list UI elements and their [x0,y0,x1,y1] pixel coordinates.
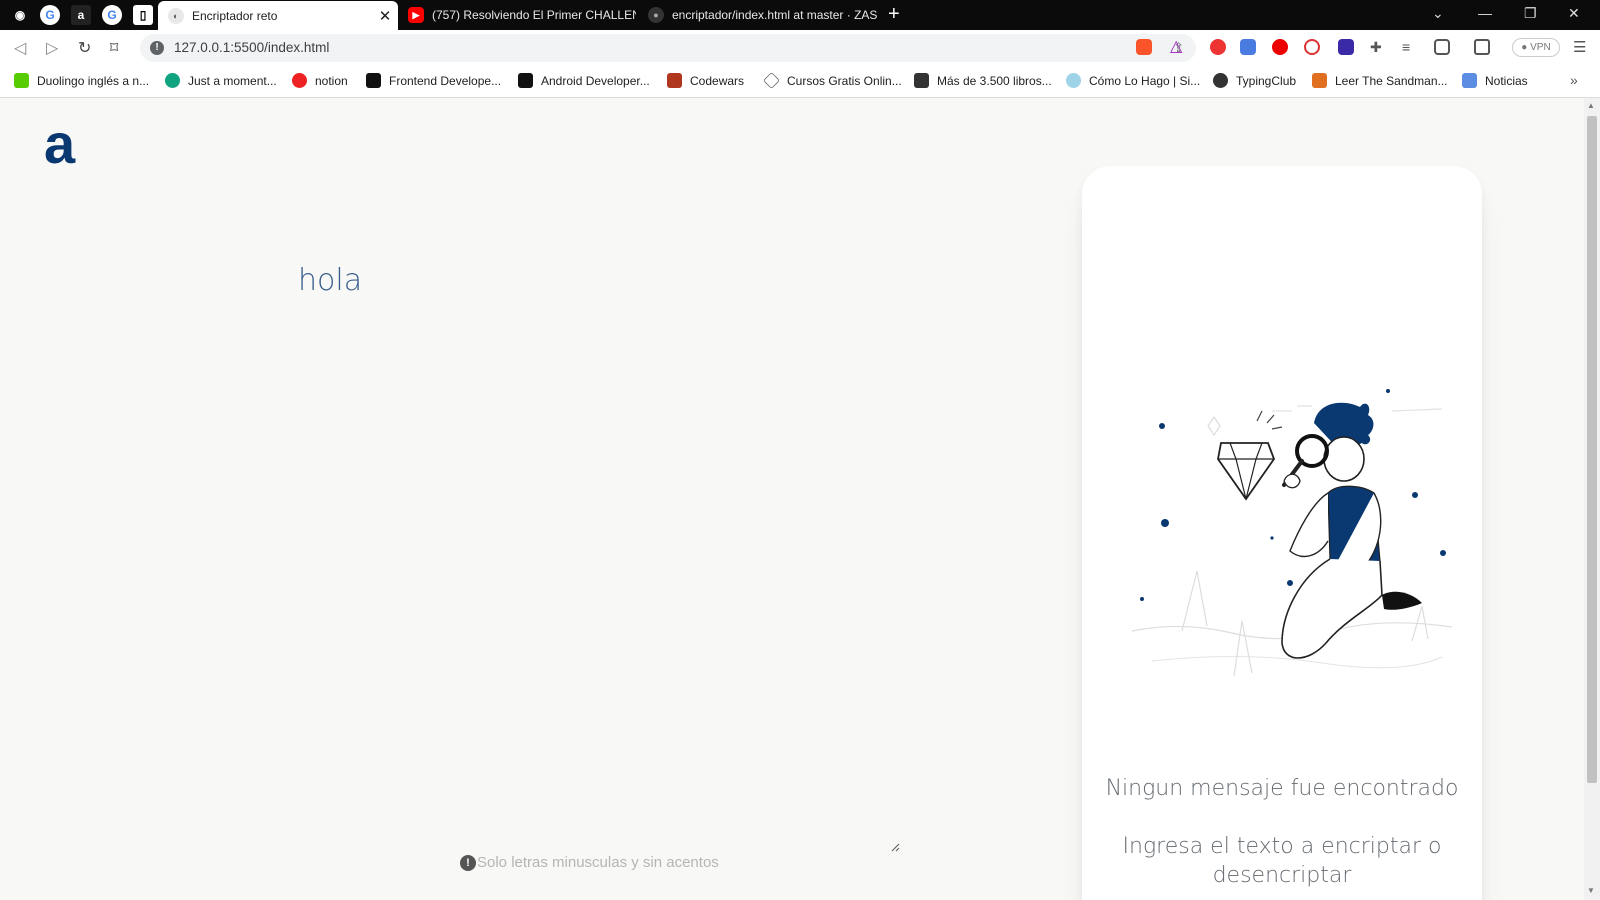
restore-button[interactable]: ❐ [1524,5,1537,22]
bookmark-item[interactable]: Más de 3.500 libros... [914,73,1052,88]
scroll-down-icon[interactable]: ▼ [1587,886,1595,895]
toolbar: ◁ ▷ ↻ ⌑ ! 127.0.0.1:5500/index.html ⇪ [0,30,1600,66]
bookmark-item[interactable]: Just a moment... [165,73,277,88]
github-icon: ● [648,7,664,23]
back-arrow-icon[interactable]: ◁ [14,38,26,58]
tab-title: encriptador/index.html at master · ZAS [672,8,878,22]
pinned-tab-google-icon[interactable]: G [40,5,60,25]
input-hint: ! Solo letras minusculas y sin acentos [460,854,719,871]
scrollbar-thumb[interactable] [1587,116,1597,783]
bookmark-item[interactable]: Android Developer... [518,73,650,88]
youtube-icon: ▶ [408,7,424,23]
typingclub-icon [1213,73,1228,88]
close-window-button[interactable]: ✕ [1568,5,1580,22]
bookmark-label: Más de 3.500 libros... [937,73,1052,88]
more-bookmarks-icon[interactable]: » [1570,72,1578,88]
scroll-up-icon[interactable]: ▲ [1587,101,1595,110]
side-panel-icon[interactable] [1434,39,1450,55]
bookmark-icon[interactable]: ⌑ [110,38,118,58]
tab-bar: ◉ G a G ▯ ◐ Encriptador reto ✕ ▶ (757) R… [0,0,1600,30]
bookmark-label: TypingClub [1236,73,1297,88]
no-message-title: Ningun mensaje fue encontrado [1105,776,1459,801]
bookmark-label: Cursos Gratis Onlin... [787,73,902,88]
bookmark-label: notion [315,73,348,88]
pinned-tab-eye-icon[interactable]: ◉ [10,5,30,25]
pinned-tab-a-icon[interactable]: a [71,5,91,25]
pinned-tab-google-icon[interactable]: G [102,5,122,25]
extension-red-icon[interactable] [1210,39,1226,55]
exclamation-icon: ! [460,854,476,871]
puzzle-icon[interactable]: ✚ [1370,39,1386,55]
tab-github[interactable]: ● encriptador/index.html at master · ZAS [638,0,878,30]
duolingo-icon [14,73,29,88]
extension-cap-icon[interactable] [1338,39,1354,55]
bookmark-label: Leer The Sandman... [1335,73,1448,88]
bookmark-item[interactable]: Noticias [1462,73,1528,88]
alura-logo: a [44,112,76,175]
bookmark-item[interactable]: Leer The Sandman... [1312,73,1448,88]
wallet-icon[interactable] [1474,39,1490,55]
no-message-instructions: Ingresa el texto a encriptar o desencrip… [1122,834,1442,888]
output-panel: Ningun mensaje fue encontrado Ingresa el… [1082,166,1482,900]
bookmarks-bar: Duolingo inglés a n... Just a moment... … [0,66,1600,98]
tab-title: Encriptador reto [192,8,278,23]
bookmark-label: Duolingo inglés a n... [37,73,150,88]
tag-icon [763,72,780,89]
hint-text: Solo letras minusculas y sin acentos [477,854,719,871]
android-developer-icon [518,73,533,88]
page-viewport: a ! Solo letras minusculas y sin acentos [0,98,1584,900]
extension-swirl-icon[interactable] [1304,39,1320,55]
bookmark-label: Just a moment... [188,73,277,88]
forward-arrow-icon[interactable]: ▷ [46,38,58,58]
searching-person-illustration [1131,389,1453,677]
close-tab-icon[interactable]: ✕ [376,7,394,25]
reload-icon[interactable]: ↻ [78,38,91,58]
resize-grip-icon[interactable] [890,842,900,852]
brave-rewards-icon[interactable]: △ [1170,39,1186,55]
opera-icon[interactable] [1272,39,1288,55]
minimize-button[interactable]: — [1478,5,1492,21]
menu-icon[interactable]: ☰ [1573,38,1586,56]
media-list-icon[interactable]: ≡ [1402,39,1418,55]
bookmark-item[interactable]: notion [292,73,348,88]
bookmark-item[interactable]: Cómo Lo Hago | Si... [1066,73,1200,88]
bookmark-label: Frontend Develope... [389,73,502,88]
bookmark-item[interactable]: Cursos Gratis Onlin... [763,72,902,89]
bookmark-item[interactable]: Codewars [667,73,744,88]
message-input[interactable] [298,263,898,857]
bookmark-item[interactable]: Frontend Develope... [366,73,501,88]
sandman-icon [1312,73,1327,88]
bookmark-item[interactable]: Duolingo inglés a n... [14,73,149,88]
vpn-label: VPN [1530,42,1551,53]
url-text: 127.0.0.1:5500/index.html [174,40,330,55]
how-to-icon [1066,73,1081,88]
pinned-tab-trello-icon[interactable]: ▯ [133,5,153,25]
tab-encriptador[interactable]: ◐ Encriptador reto ✕ [158,1,398,30]
bookmark-label: Codewars [690,73,745,88]
tab-search-chevron-icon[interactable]: ⌄ [1432,5,1444,22]
openai-icon [165,73,180,88]
tab-youtube[interactable]: ▶ (757) Resolviendo El Primer CHALLENGE [398,0,636,30]
bookmark-item[interactable]: TypingClub [1213,73,1296,88]
address-bar[interactable]: ! 127.0.0.1:5500/index.html ⇪ [140,34,1196,62]
page-scrollbar[interactable]: ▲ ▼ [1584,98,1600,900]
vpn-button[interactable]: ● VPN [1512,38,1560,57]
globe-icon: ◐ [168,7,184,24]
book-icon [914,73,929,88]
notion-icon [292,73,307,88]
frontend-mentor-icon [366,73,381,88]
tab-title: (757) Resolviendo El Primer CHALLENGE [432,8,636,22]
brave-shield-icon[interactable] [1136,39,1152,55]
bookmark-label: Android Developer... [541,73,650,88]
bookmark-label: Noticias [1485,73,1528,88]
translate-icon[interactable] [1240,39,1256,55]
bookmark-label: Cómo Lo Hago | Si... [1089,73,1201,88]
info-icon[interactable]: ! [150,41,164,55]
news-icon [1462,73,1477,88]
new-tab-button[interactable]: + [888,3,900,26]
codewars-icon [667,73,682,88]
